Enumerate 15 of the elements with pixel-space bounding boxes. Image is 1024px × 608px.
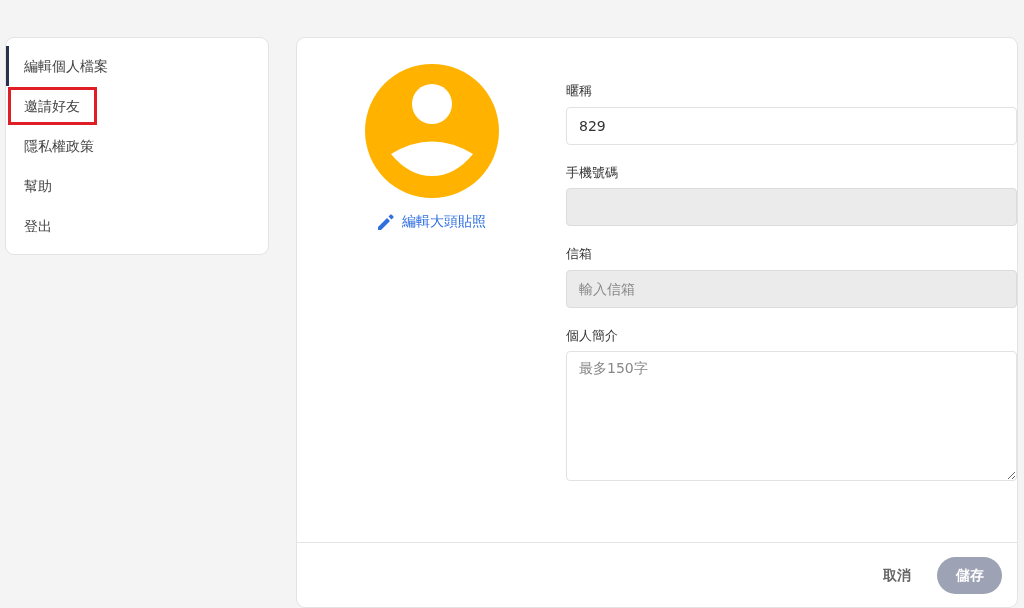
cancel-button[interactable]: 取消 [883,564,911,586]
menu-item[interactable]: 邀請好友 [6,86,268,126]
field-label: 暱稱 [566,82,593,100]
field-label: 個人簡介 [566,326,619,345]
bio-field[interactable]: 最多150字 [566,351,1017,481]
edit-photo-link[interactable]: 編輯大頭貼照 [378,211,486,232]
avatar-icon [365,64,499,198]
menu-item[interactable]: 登出 [6,206,268,246]
menu-item[interactable]: 幫助 [6,166,268,206]
field-label: 信箱 [566,245,593,263]
menu-item[interactable]: 編輯個人檔案 [6,46,268,86]
pencil-icon [378,213,394,230]
input-field[interactable]: 829 [566,106,1017,145]
field-label: 手機號碼 [566,163,619,182]
menu-item[interactable]: 隱私權政策 [6,126,268,166]
